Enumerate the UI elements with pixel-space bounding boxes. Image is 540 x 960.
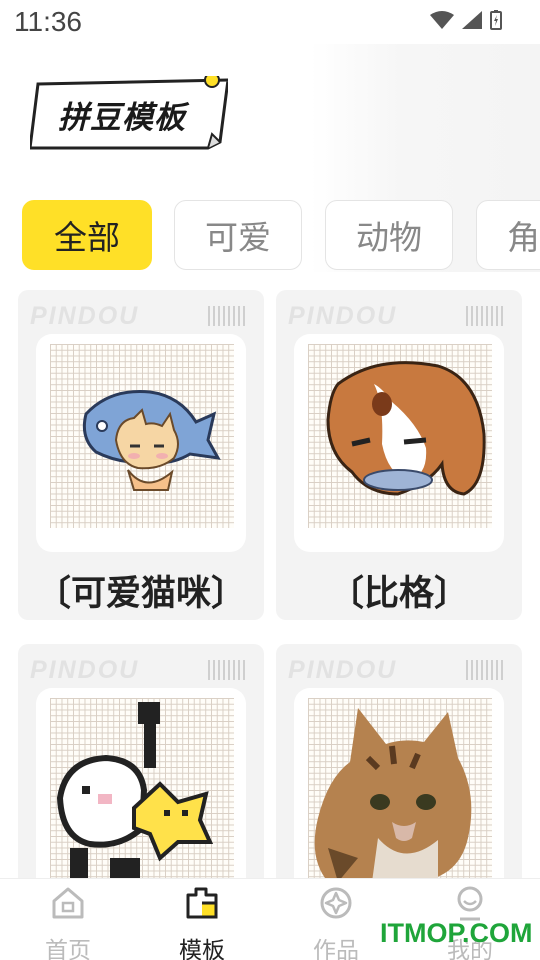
pixel-grid	[50, 698, 234, 882]
template-image	[36, 688, 246, 906]
watermark-text: ITMOP.COM	[380, 918, 533, 948]
works-icon	[320, 887, 352, 919]
pixel-grid	[308, 698, 492, 882]
brand-label: PINDOU	[288, 302, 398, 330]
template-card[interactable]: PINDOU 〔比格〕	[276, 290, 522, 620]
page-title: 拼豆模板	[30, 76, 228, 150]
tab-all[interactable]: 全部	[22, 200, 152, 270]
cat-fish-pixel-art	[82, 389, 221, 491]
tab-label: 动物	[356, 218, 422, 257]
pixel-grid	[308, 344, 492, 528]
tab-label: 全部	[54, 218, 120, 257]
template-image	[294, 688, 504, 906]
brand-label: PINDOU	[288, 656, 398, 684]
page-title-text: 拼豆模板	[58, 100, 186, 136]
nav-home[interactable]: 首页	[18, 883, 118, 960]
barcode-icon	[208, 660, 248, 680]
nav-template[interactable]: 模板	[152, 883, 252, 960]
tab-label: 可爱	[205, 218, 271, 257]
status-time: 11:36	[14, 6, 82, 37]
tab-cute[interactable]: 可爱	[174, 200, 302, 270]
brand-label: PINDOU	[30, 656, 140, 684]
tab-partial[interactable]: 角	[476, 200, 540, 270]
barcode-icon	[466, 306, 506, 326]
home-icon	[52, 887, 84, 919]
template-image	[36, 334, 246, 552]
nav-label: 模板	[179, 938, 225, 960]
barcode-icon	[466, 660, 506, 680]
tabby-cat-pixel-art	[314, 708, 472, 882]
category-tabs: 全部 可爱 动物 角	[0, 200, 540, 272]
signal-icon	[462, 11, 482, 29]
barcode-icon	[208, 306, 248, 326]
card-title: 〔比格〕	[328, 574, 469, 614]
brand-label: PINDOU	[30, 302, 140, 330]
status-bar: 11:36	[0, 0, 540, 44]
nav-label: 作品	[313, 938, 359, 960]
pixel-grid	[50, 344, 234, 528]
nav-works[interactable]: 作品	[286, 883, 386, 960]
template-icon	[186, 887, 218, 919]
battery-icon	[490, 10, 502, 30]
beagle-pixel-art	[326, 361, 486, 496]
tab-animals[interactable]: 动物	[325, 200, 453, 270]
nav-label: 首页	[45, 938, 91, 960]
template-card[interactable]: PINDOU 〔可爱猫咪〕	[18, 290, 264, 620]
template-image	[294, 334, 504, 552]
status-icons	[430, 10, 502, 30]
tab-label: 角	[507, 218, 540, 257]
dog-star-pixel-art	[56, 702, 214, 882]
card-title: 〔可爱猫咪〕	[35, 574, 246, 614]
wifi-icon	[430, 11, 454, 29]
profile-icon	[457, 886, 483, 921]
